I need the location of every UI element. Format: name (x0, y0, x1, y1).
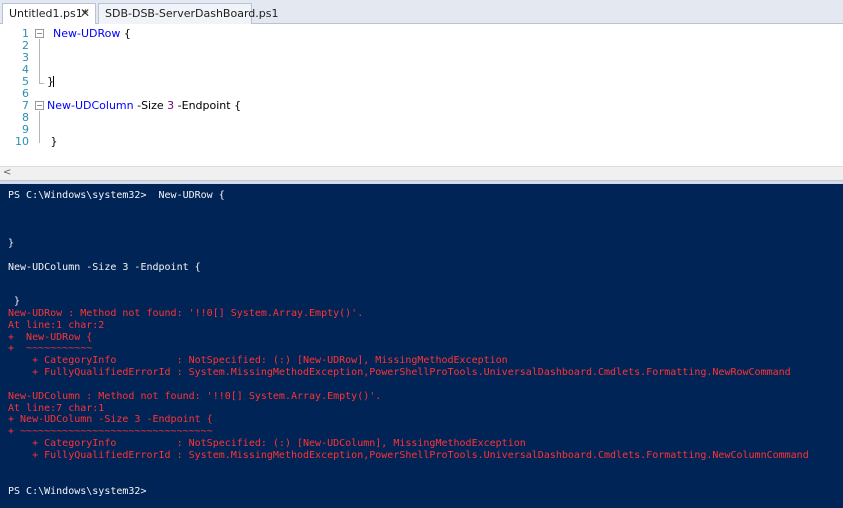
text-caret (53, 76, 54, 87)
code-text: { (120, 27, 131, 40)
fold-guide-end (39, 83, 44, 84)
collapse-icon[interactable]: − (35, 101, 44, 110)
tab-label: SDB-DSB-ServerDashBoard.ps1 (105, 7, 279, 20)
console-line: New-UDColumn -Size 3 -Endpoint { (8, 262, 201, 273)
tab-label: Untitled1.ps1* (9, 7, 89, 20)
horizontal-scrollbar[interactable]: < (0, 166, 843, 180)
code-line: New-UDRow { (53, 28, 131, 40)
tab-untitled1[interactable]: Untitled1.ps1* ✕ (2, 3, 96, 25)
line-number: 10 (15, 135, 29, 148)
code-text: -Endpoint { (174, 99, 242, 112)
code-line: } (47, 135, 58, 148)
fold-guide (39, 111, 40, 143)
tab-bar: Untitled1.ps1* ✕ SDB-DSB-ServerDashBoard… (0, 0, 843, 25)
error-line: + FullyQualifiedErrorId : System.Missing… (8, 367, 791, 378)
scroll-left-arrow[interactable]: < (3, 167, 11, 178)
console-prompt-line: PS C:\Windows\system32> New-UDRow { (8, 190, 225, 201)
error-line: + ~~~~~~~~~~~~~~~~~~~~~~~~~~~~~~~~ (8, 426, 213, 437)
code-text: -Size (133, 99, 168, 112)
error-line: + ~~~~~~~~~~~ (8, 343, 93, 354)
tab-server-dashboard[interactable]: SDB-DSB-ServerDashBoard.ps1 (98, 3, 278, 24)
error-line: + New-UDColumn -Size 3 -Endpoint { (8, 414, 213, 425)
close-icon[interactable]: ✕ (80, 4, 90, 23)
error-line: At line:1 char:2 (8, 320, 105, 331)
error-line: + FullyQualifiedErrorId : System.Missing… (8, 450, 809, 461)
code-text: } (47, 135, 58, 148)
fold-guide (39, 39, 40, 84)
error-line: New-UDRow : Method not found: '!!0[] Sys… (8, 308, 364, 319)
console-line: } (8, 296, 21, 307)
error-line: + CategoryInfo : NotSpecified: (:) [New-… (8, 438, 526, 449)
cmdlet-token: New-UDRow (53, 27, 121, 40)
collapse-icon[interactable]: − (35, 29, 44, 38)
console-pane[interactable]: PS C:\Windows\system32> New-UDRow { } Ne… (0, 184, 843, 508)
cmdlet-token: New-UDColumn (47, 99, 134, 112)
error-line: New-UDColumn : Method not found: '!!0[] … (8, 391, 382, 402)
console-prompt-line: PS C:\Windows\system32> (8, 486, 147, 497)
script-editor[interactable]: 1 2 3 4 5 6 7 8 9 10 − − New-UDRow { } N… (0, 24, 843, 166)
console-line: } (8, 238, 15, 249)
code-line: New-UDColumn -Size 3 -Endpoint { (47, 100, 241, 112)
error-line: + CategoryInfo : NotSpecified: (:) [New-… (8, 355, 508, 366)
